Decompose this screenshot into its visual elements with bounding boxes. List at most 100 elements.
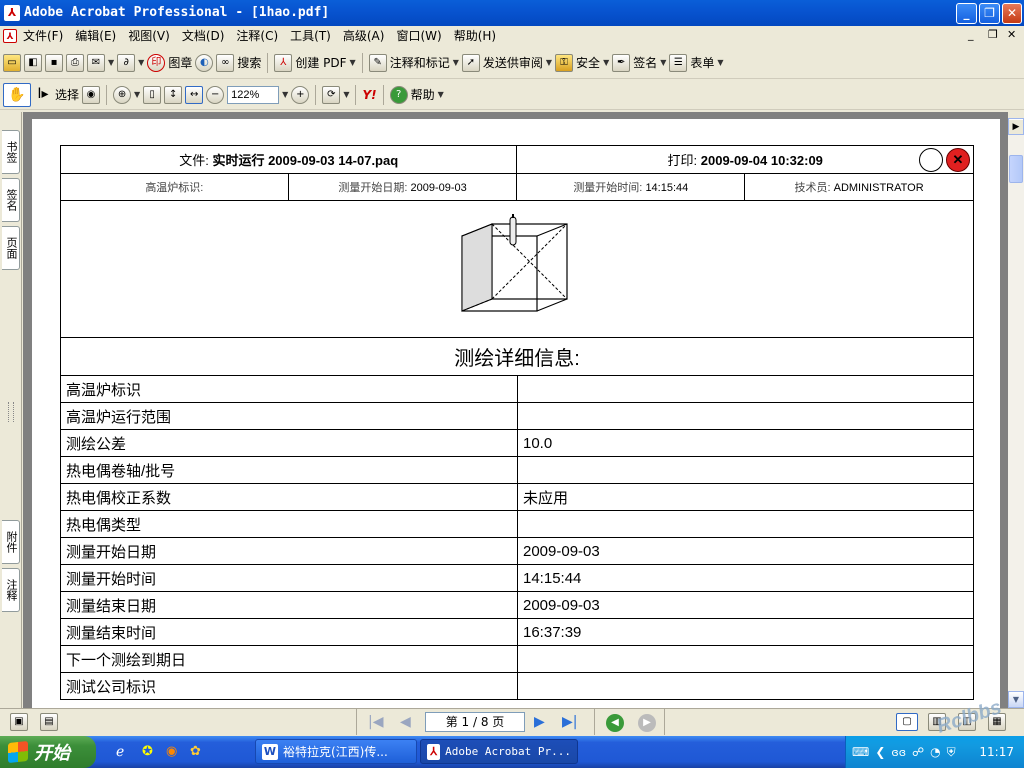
tray-arrow-icon[interactable]: ❮: [875, 745, 885, 759]
pen-icon[interactable]: ✒: [612, 53, 631, 72]
sign-label[interactable]: 签名: [633, 54, 657, 71]
zoom-input[interactable]: 122%: [227, 85, 280, 104]
zoom-out-icon[interactable]: −: [206, 85, 225, 104]
help-label[interactable]: 帮助: [411, 86, 435, 103]
attach-icon[interactable]: ∂: [117, 53, 136, 72]
create-pdf-label[interactable]: 创建 PDF: [295, 54, 346, 71]
actual-size-icon[interactable]: ▯: [143, 85, 162, 104]
page-number-input[interactable]: 第 1 / 8 页: [425, 712, 525, 732]
comment-markup-icon[interactable]: ✎: [368, 53, 387, 72]
menu-window[interactable]: 窗口(W): [390, 26, 447, 46]
send-review-icon[interactable]: ➚: [461, 53, 480, 72]
minimize-button[interactable]: _: [956, 3, 977, 24]
scroll-thumb[interactable]: [1009, 155, 1023, 183]
menu-edit[interactable]: 编辑(E): [69, 26, 122, 46]
create-pdf-dropdown-icon[interactable]: ▼: [350, 58, 356, 67]
start-button[interactable]: 开始: [0, 736, 96, 768]
clock[interactable]: 11:17: [979, 745, 1014, 759]
firefox-icon[interactable]: ◉: [166, 744, 177, 759]
next-view-icon[interactable]: ▶: [638, 714, 656, 732]
last-page-icon[interactable]: ▶|: [562, 714, 577, 730]
first-page-icon[interactable]: |◀: [368, 714, 383, 730]
forms-dropdown-icon[interactable]: ▼: [717, 58, 723, 67]
tab-bookmarks[interactable]: 书签: [2, 130, 20, 174]
scroll-down-icon[interactable]: ▼: [1008, 691, 1024, 708]
options-arrow-icon[interactable]: ▶: [1009, 120, 1023, 134]
security-label[interactable]: 安全: [576, 54, 600, 71]
layout-icon[interactable]: ▤: [40, 713, 58, 731]
task-button-acrobat[interactable]: ⅄ Adobe Acrobat Pr...: [420, 739, 578, 764]
open-folder-icon[interactable]: ▭: [3, 53, 21, 72]
keyboard-icon[interactable]: ⌨: [852, 745, 869, 759]
help-icon[interactable]: ?: [389, 85, 408, 104]
email-dropdown-icon[interactable]: ▼: [108, 58, 114, 67]
tab-signatures[interactable]: 签名: [2, 178, 20, 222]
doc-minimize-button[interactable]: _: [968, 28, 974, 41]
yahoo-toolbar-icon[interactable]: Y!: [362, 88, 376, 102]
single-page-icon[interactable]: ▢: [896, 713, 918, 731]
panel-resize-handle[interactable]: [8, 402, 14, 422]
send-review-label[interactable]: 发送供审阅: [483, 54, 543, 71]
fit-page-icon[interactable]: ↕: [164, 85, 183, 104]
task-button-word[interactable]: W 裕特拉克(江西)传...: [255, 739, 417, 764]
help-dropdown-icon[interactable]: ▼: [438, 90, 444, 99]
close-button[interactable]: ✕: [1002, 3, 1022, 24]
menu-view[interactable]: 视图(V): [122, 26, 176, 46]
forms-label[interactable]: 表单: [690, 54, 714, 71]
zoom-in-magnifier-icon[interactable]: ⊕: [113, 85, 132, 104]
comment-markup-label[interactable]: 注释和标记: [390, 54, 450, 71]
network-icon[interactable]: ☍: [912, 745, 924, 759]
ie-icon[interactable]: ℯ: [116, 744, 124, 760]
previous-view-icon[interactable]: ◀: [606, 714, 624, 732]
fit-width-icon[interactable]: ↔: [185, 85, 204, 104]
tab-comments[interactable]: 注释: [2, 568, 20, 612]
select-label[interactable]: 选择: [55, 86, 79, 103]
attach-dropdown-icon[interactable]: ▼: [138, 58, 144, 67]
menu-document[interactable]: 文档(D): [176, 26, 231, 46]
next-page-icon[interactable]: ▶: [534, 714, 545, 730]
comment-dropdown-icon[interactable]: ▼: [453, 58, 459, 67]
search-label[interactable]: 搜索: [237, 54, 261, 71]
sign-dropdown-icon[interactable]: ▼: [660, 58, 666, 67]
form-circle-icon[interactable]: [919, 148, 943, 172]
hand-tool-icon[interactable]: ✋: [3, 82, 31, 107]
email-icon[interactable]: ✉: [87, 53, 105, 72]
vertical-scrollbar[interactable]: ▲ ▼: [1008, 118, 1024, 708]
close-form-icon[interactable]: ✕: [946, 148, 970, 172]
internet-icon[interactable]: ◐: [195, 53, 214, 72]
create-pdf-icon[interactable]: ⅄: [274, 53, 293, 72]
security-tray-icon[interactable]: ⛨: [947, 745, 956, 760]
doc-restore-button[interactable]: ❐: [988, 28, 998, 41]
binoculars-icon[interactable]: ∞: [216, 53, 235, 72]
document-view[interactable]: 文件: 实时运行 2009-09-03 14-07.paq 打印: 2009-0…: [23, 112, 1008, 708]
tab-attachments[interactable]: 附件: [2, 520, 20, 564]
zoom-dropdown-icon[interactable]: ▼: [282, 90, 288, 99]
restore-button[interactable]: ❐: [979, 3, 1000, 24]
stamp-label[interactable]: 图章: [168, 54, 192, 71]
document-icon[interactable]: ⅄: [3, 29, 17, 43]
select-cursor-icon[interactable]: I▸: [34, 86, 52, 104]
title-bar[interactable]: ⅄ Adobe Acrobat Professional - [1hao.pdf…: [0, 0, 1024, 26]
previous-page-icon[interactable]: ◀: [400, 714, 411, 730]
security-dropdown-icon[interactable]: ▼: [603, 58, 609, 67]
menu-file[interactable]: 文件(F): [17, 26, 69, 46]
pdf-icon[interactable]: ⅄: [4, 5, 20, 21]
menu-help[interactable]: 帮助(H): [448, 26, 502, 46]
forms-icon[interactable]: ☰: [669, 53, 688, 72]
rotate-dropdown-icon[interactable]: ▼: [343, 90, 349, 99]
tab-pages[interactable]: 页面: [2, 226, 20, 270]
menu-comments[interactable]: 注释(C): [230, 26, 284, 46]
send-review-dropdown-icon[interactable]: ▼: [546, 58, 552, 67]
rotate-view-icon[interactable]: ⟳: [322, 85, 341, 104]
menu-tools[interactable]: 工具(T): [284, 26, 337, 46]
lock-icon[interactable]: ⚿: [555, 53, 574, 72]
menu-advanced[interactable]: 高级(A): [337, 26, 391, 46]
snapshot-icon[interactable]: ◉: [82, 85, 101, 104]
save-icon[interactable]: ▪: [45, 53, 63, 72]
quick-launch-icon[interactable]: ✪: [142, 744, 153, 759]
single-page-view-icon[interactable]: ▣: [10, 713, 28, 731]
zoom-tool-dropdown-icon[interactable]: ▼: [134, 90, 140, 99]
doc-close-button[interactable]: ✕: [1007, 28, 1016, 41]
organizer-icon[interactable]: ◧: [24, 53, 42, 72]
print-icon[interactable]: ⎙: [66, 53, 84, 72]
